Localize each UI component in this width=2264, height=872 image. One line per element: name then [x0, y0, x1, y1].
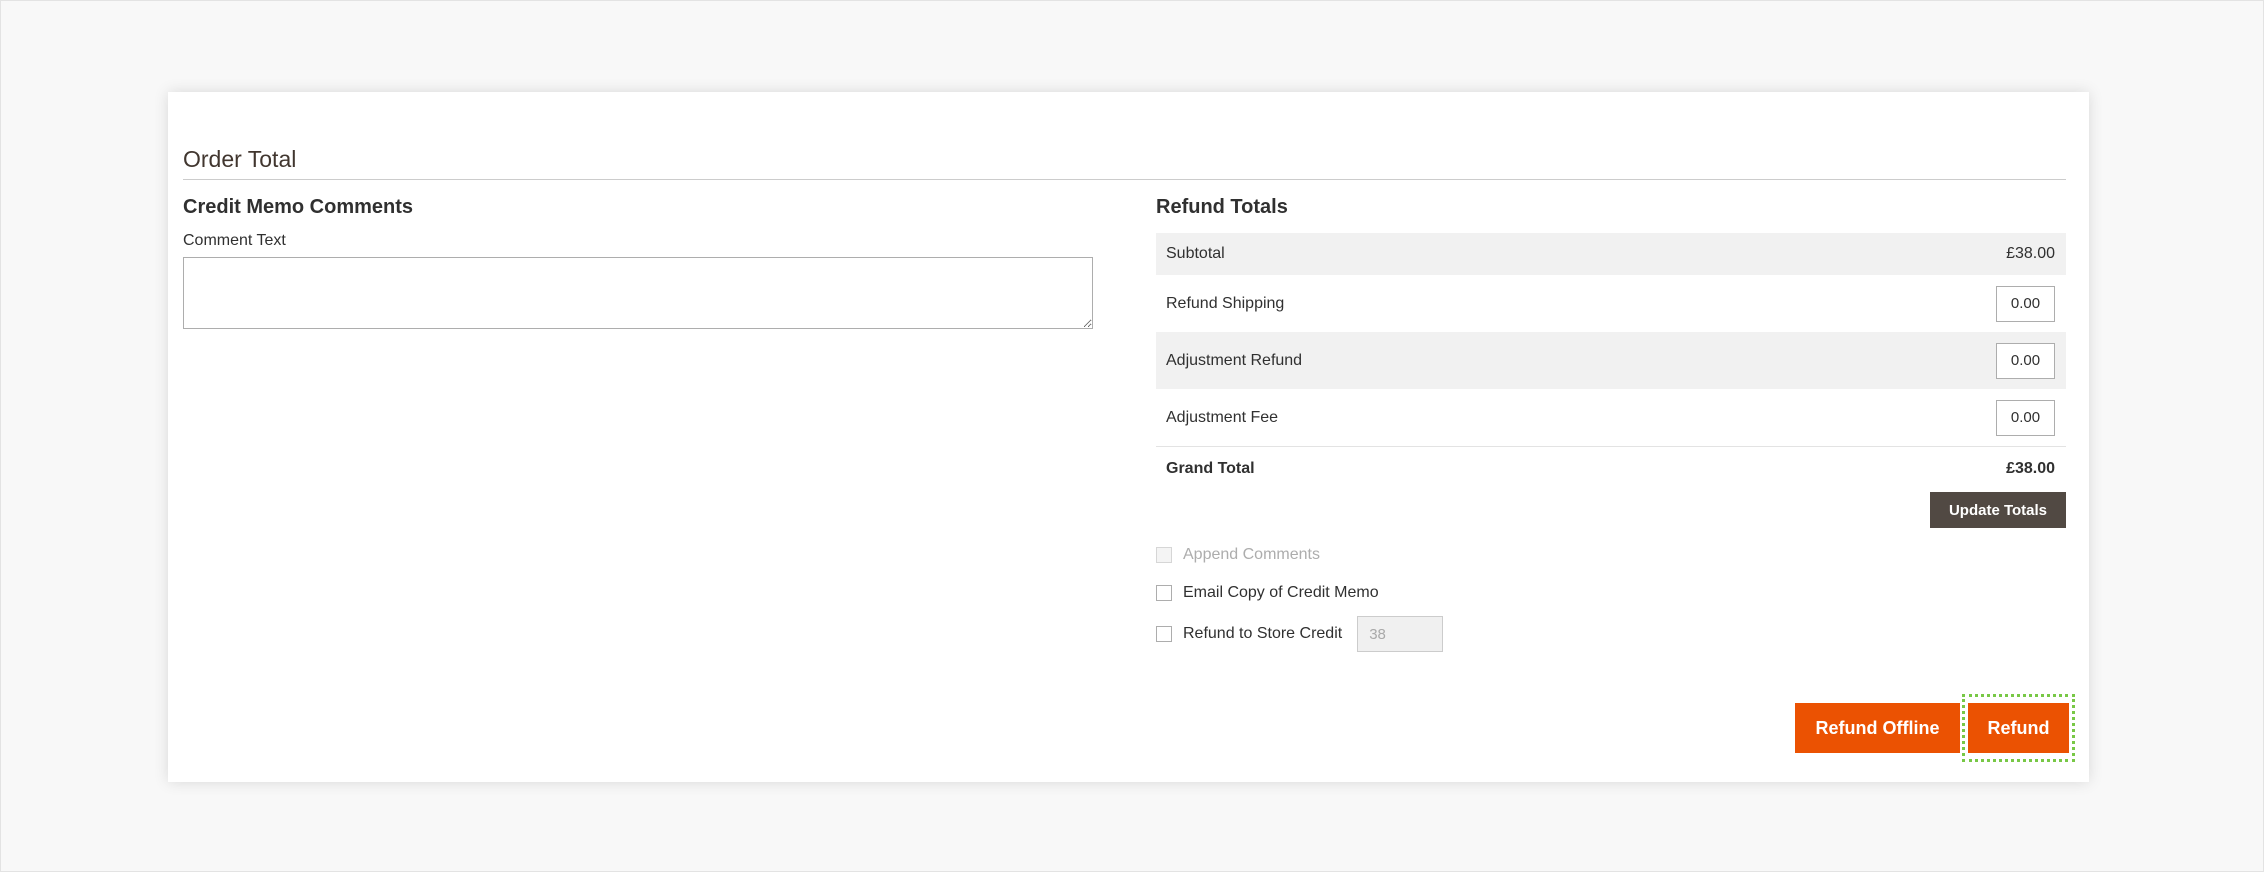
order-total-panel: Order Total Credit Memo Comments Comment…: [168, 92, 2089, 782]
credit-memo-comments: Credit Memo Comments Comment Text: [183, 196, 1093, 329]
store-credit-amount-input: [1357, 616, 1444, 652]
adjustment-fee-label: Adjustment Fee: [1166, 408, 1279, 426]
email-copy-option[interactable]: Email Copy of Credit Memo: [1156, 582, 2066, 604]
comment-text-label: Comment Text: [183, 232, 286, 249]
adjustment-fee-input[interactable]: [1996, 399, 2055, 436]
email-copy-label[interactable]: Email Copy of Credit Memo: [1183, 584, 1379, 602]
comment-text-input[interactable]: [183, 257, 1093, 329]
refund-button[interactable]: Refund: [1968, 703, 2069, 753]
grand-total-label: Grand Total: [1166, 459, 1255, 477]
refund-shipping-label: Refund Shipping: [1166, 294, 1285, 312]
update-totals-wrap: Update Totals: [1156, 492, 2066, 528]
append-comments-checkbox: [1156, 547, 1172, 563]
refund-totals: Refund Totals Subtotal £38.00 Refund Shi…: [1156, 196, 2066, 652]
adjustment-fee-row: Adjustment Fee: [1156, 389, 2066, 446]
subtotal-value: £38.00: [2006, 245, 2055, 262]
store-credit-label[interactable]: Refund to Store Credit: [1183, 625, 1342, 643]
adjustment-refund-input[interactable]: [1996, 342, 2055, 379]
adjustment-refund-label: Adjustment Refund: [1166, 351, 1303, 369]
totals-table: Subtotal £38.00 Refund Shipping Adjustme…: [1156, 233, 2066, 490]
refund-shipping-input[interactable]: [1996, 285, 2055, 322]
refund-focus-outline: Refund: [1962, 694, 2075, 762]
update-totals-button[interactable]: Update Totals: [1930, 492, 2066, 528]
adjustment-refund-row: Adjustment Refund: [1156, 332, 2066, 389]
subtotal-label: Subtotal: [1166, 245, 1225, 262]
email-copy-checkbox[interactable]: [1156, 585, 1172, 601]
refund-totals-heading: Refund Totals: [1156, 196, 1288, 218]
store-credit-checkbox[interactable]: [1156, 626, 1172, 642]
section-divider: [183, 179, 2066, 180]
refund-offline-button[interactable]: Refund Offline: [1795, 703, 1960, 753]
append-comments-option: Append Comments: [1156, 544, 2066, 566]
append-comments-label: Append Comments: [1183, 546, 1320, 563]
grand-total-value: £38.00: [2006, 459, 2055, 477]
store-credit-option[interactable]: Refund to Store Credit: [1156, 616, 2066, 652]
grand-total-row: Grand Total £38.00: [1156, 446, 2066, 490]
section-title: Order Total: [183, 146, 297, 172]
comments-heading: Credit Memo Comments: [183, 196, 414, 218]
refund-actions: Refund Offline Refund: [1795, 694, 2075, 762]
subtotal-row: Subtotal £38.00: [1156, 233, 2066, 275]
refund-shipping-row: Refund Shipping: [1156, 275, 2066, 332]
